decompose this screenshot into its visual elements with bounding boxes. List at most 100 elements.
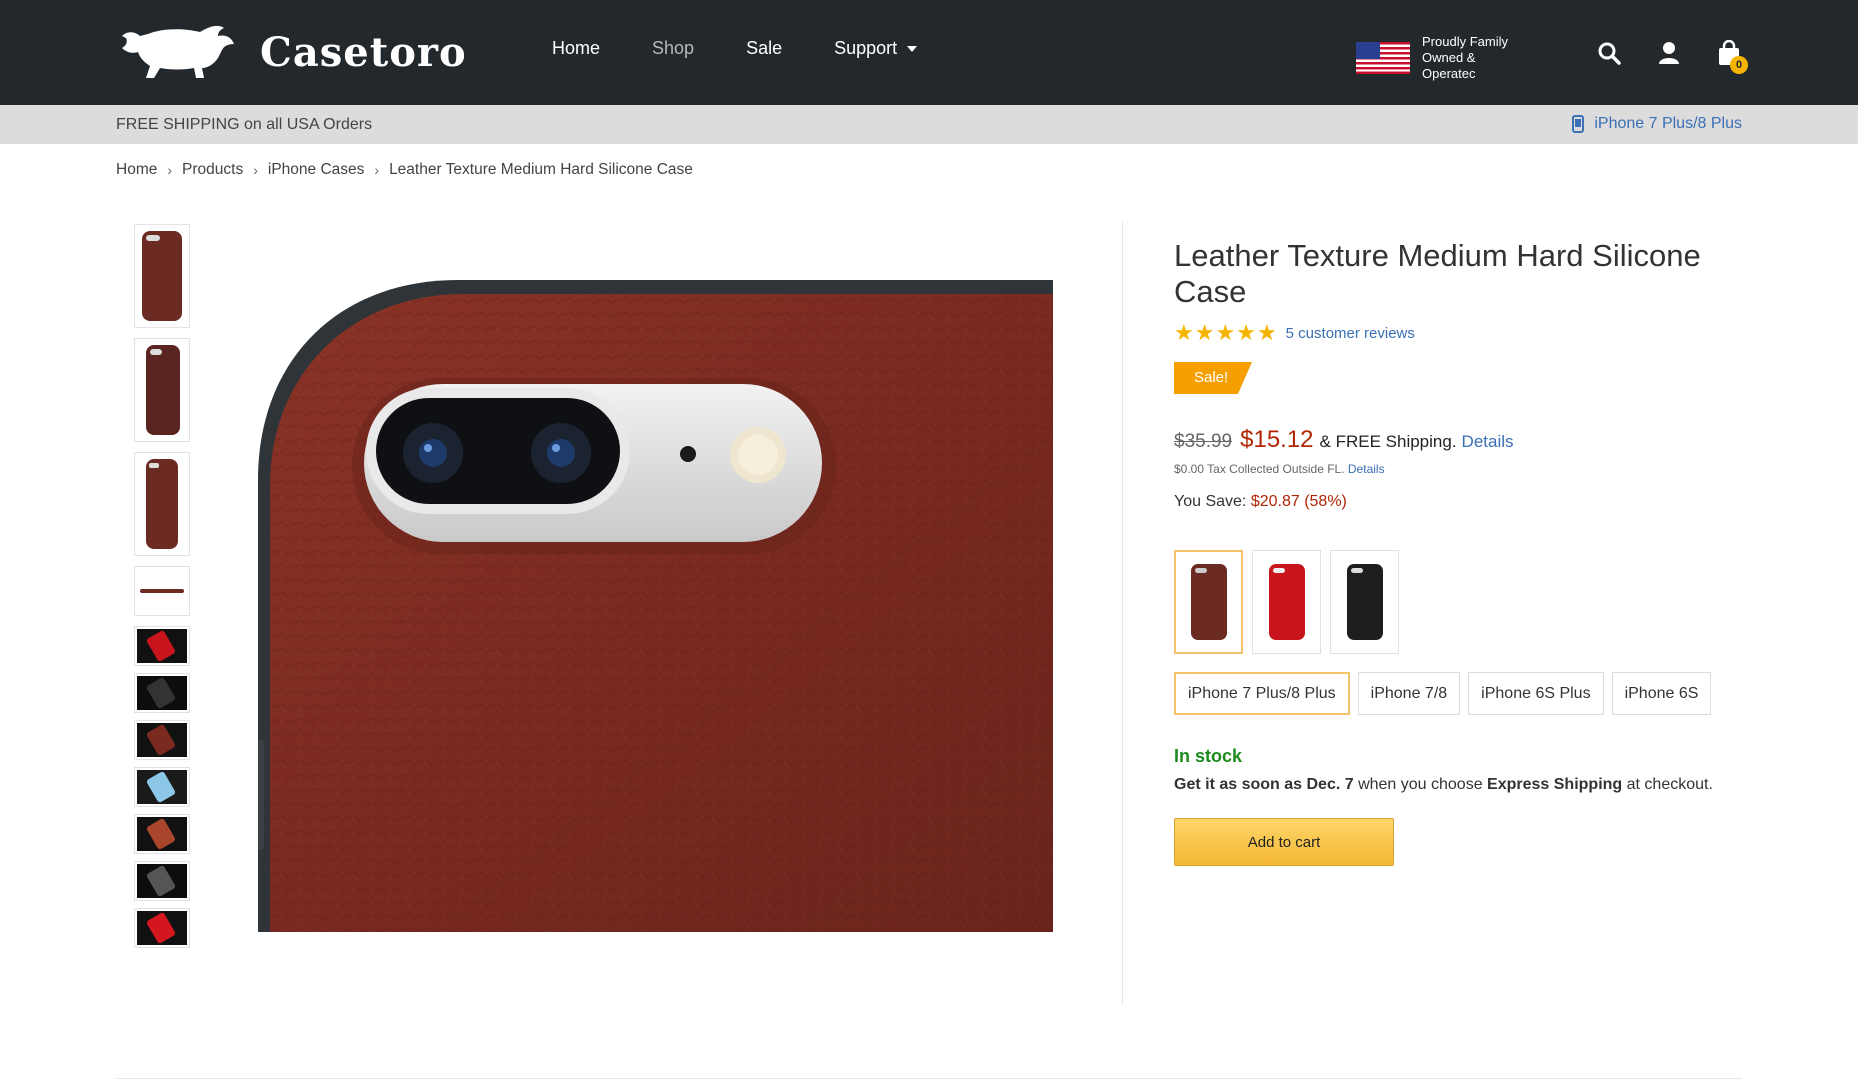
case-side-image xyxy=(146,459,178,549)
tax-note: $0.00 Tax Collected Outside FL. Details xyxy=(1174,462,1385,476)
device-selector[interactable]: iPhone 7 Plus/8 Plus xyxy=(1572,115,1742,133)
swatch-brown[interactable] xyxy=(1174,550,1243,654)
family-owned-badge: Proudly Family Owned & Operatec xyxy=(1356,34,1532,82)
model-iphone-7-8[interactable]: iPhone 7/8 xyxy=(1357,672,1461,715)
main-nav: Home Shop Sale Support xyxy=(552,38,969,59)
stock-status: In stock xyxy=(1174,746,1243,766)
case-red-image xyxy=(137,629,187,663)
swatch-black[interactable] xyxy=(1330,550,1399,654)
breadcrumb: Home › Products › iPhone Cases › Leather… xyxy=(116,161,693,179)
star-icon: ★ xyxy=(1215,320,1236,345)
delivery-estimate: Get it as soon as Dec. 7 when you choose… xyxy=(1174,776,1713,794)
save-label: You Save: xyxy=(1174,493,1247,510)
product-info: Leather Texture Medium Hard Silicone Cas… xyxy=(1174,238,1734,866)
star-icon: ★ xyxy=(1194,320,1215,345)
cart-button[interactable]: 0 xyxy=(1712,36,1748,74)
case-back-image xyxy=(142,231,182,321)
eta-method: Express Shipping xyxy=(1487,776,1623,793)
search-icon xyxy=(1598,42,1621,65)
breadcrumb-products[interactable]: Products xyxy=(182,161,243,179)
model-iphone-6s-plus[interactable]: iPhone 6S Plus xyxy=(1468,672,1604,715)
tax-text: $0.00 Tax Collected Outside FL. xyxy=(1174,462,1345,476)
case-blue-image xyxy=(137,770,187,804)
thumbnail-7[interactable] xyxy=(134,720,190,760)
main-product-image[interactable] xyxy=(254,280,1053,932)
case-red-swatch xyxy=(1268,564,1305,640)
top-header: Casetoro Home Shop Sale Support Proudly … xyxy=(0,0,1858,105)
tax-details-link[interactable]: Details xyxy=(1348,462,1385,476)
model-options: iPhone 7 Plus/8 Plus iPhone 7/8 iPhone 6… xyxy=(1174,672,1719,715)
case-brown-image xyxy=(137,723,187,757)
nav-sale[interactable]: Sale xyxy=(746,38,782,59)
breadcrumb-iphone-cases[interactable]: iPhone Cases xyxy=(268,161,365,179)
breadcrumb-separator: › xyxy=(253,162,258,178)
reviews-link[interactable]: 5 customer reviews xyxy=(1286,325,1415,342)
thumbnail-10[interactable] xyxy=(134,861,190,901)
nav-home[interactable]: Home xyxy=(552,38,600,59)
price-row: $35.99 $15.12 & FREE Shipping. Details xyxy=(1174,426,1514,454)
sale-badge: Sale! xyxy=(1174,362,1252,394)
eta-mid: when you choose xyxy=(1353,776,1488,793)
save-amount: $20.87 (58%) xyxy=(1250,493,1347,510)
eta-suffix: at checkout. xyxy=(1622,776,1713,793)
shipping-details-link[interactable]: Details xyxy=(1462,432,1514,452)
brand-name: Casetoro xyxy=(260,28,467,76)
nav-support[interactable]: Support xyxy=(834,38,918,59)
thumbnail-5[interactable] xyxy=(134,626,190,666)
original-price: $35.99 xyxy=(1174,431,1233,452)
rating-row: ★ ★ ★ ★ ★ 5 customer reviews xyxy=(1174,322,1734,344)
case-edge-image xyxy=(140,589,184,593)
free-shipping-text: FREE SHIPPING on all USA Orders xyxy=(116,116,373,133)
thumbnail-8[interactable] xyxy=(134,767,190,807)
case-angle-image xyxy=(146,345,180,435)
shipping-text: & FREE Shipping. xyxy=(1319,432,1457,451)
case-brown-swatch xyxy=(1190,564,1227,640)
swatch-red[interactable] xyxy=(1252,550,1321,654)
thumbnail-1[interactable] xyxy=(134,224,190,328)
model-iphone-6s[interactable]: iPhone 6S xyxy=(1611,672,1712,715)
phone-icon xyxy=(1572,115,1585,133)
star-icon: ★ xyxy=(1174,320,1194,345)
case-red-angle-image xyxy=(137,911,187,945)
model-iphone-7-plus-8-plus[interactable]: iPhone 7 Plus/8 Plus xyxy=(1174,672,1350,715)
case-black-swatch xyxy=(1346,564,1383,640)
nav-support-label: Support xyxy=(834,38,898,58)
case-black-image xyxy=(137,676,187,710)
thumbnail-9[interactable] xyxy=(134,814,190,854)
star-icon: ★ xyxy=(1236,320,1256,345)
device-label: iPhone 7 Plus/8 Plus xyxy=(1594,115,1742,132)
chevron-down-icon xyxy=(907,45,918,52)
star-icon: ★ xyxy=(1256,320,1277,345)
thumbnail-11[interactable] xyxy=(134,908,190,948)
breadcrumb-separator: › xyxy=(374,162,380,178)
product-title: Leather Texture Medium Hard Silicone Cas… xyxy=(1174,238,1701,309)
content-divider xyxy=(1122,222,1123,1004)
add-to-cart-button[interactable]: Add to cart xyxy=(1174,818,1394,866)
case-closeup-image xyxy=(254,280,1053,932)
you-save: You Save: $20.87 (58%) xyxy=(1174,493,1347,511)
thumbnail-4[interactable] xyxy=(134,566,190,616)
search-button[interactable] xyxy=(1592,36,1626,70)
thumbnail-2[interactable] xyxy=(134,338,190,442)
footer-divider xyxy=(116,1078,1742,1079)
us-flag-icon xyxy=(1356,42,1410,74)
color-swatches xyxy=(1174,550,1408,654)
eta-date: Get it as soon as Dec. 7 xyxy=(1174,776,1354,793)
case-brown-angle-image xyxy=(137,817,187,851)
user-icon xyxy=(1659,42,1679,64)
sale-price: $15.12 xyxy=(1240,426,1314,453)
breadcrumb-current: Leather Texture Medium Hard Silicone Cas… xyxy=(389,161,693,178)
breadcrumb-separator: › xyxy=(167,162,173,178)
tagline: Proudly Family Owned & Operatec xyxy=(1422,34,1508,81)
thumbnail-3[interactable] xyxy=(134,452,190,556)
bull-icon xyxy=(122,25,234,78)
breadcrumb-home[interactable]: Home xyxy=(116,161,157,179)
logo[interactable]: Casetoro xyxy=(114,22,467,82)
shipping-bar: FREE SHIPPING on all USA Orders iPhone 7… xyxy=(0,105,1858,144)
thumbnail-6[interactable] xyxy=(134,673,190,713)
nav-shop[interactable]: Shop xyxy=(652,38,694,59)
case-dark-angle-image xyxy=(137,864,187,898)
star-rating: ★ ★ ★ ★ ★ xyxy=(1174,322,1278,344)
account-button[interactable] xyxy=(1652,36,1686,70)
cart-count-badge: 0 xyxy=(1730,56,1748,74)
